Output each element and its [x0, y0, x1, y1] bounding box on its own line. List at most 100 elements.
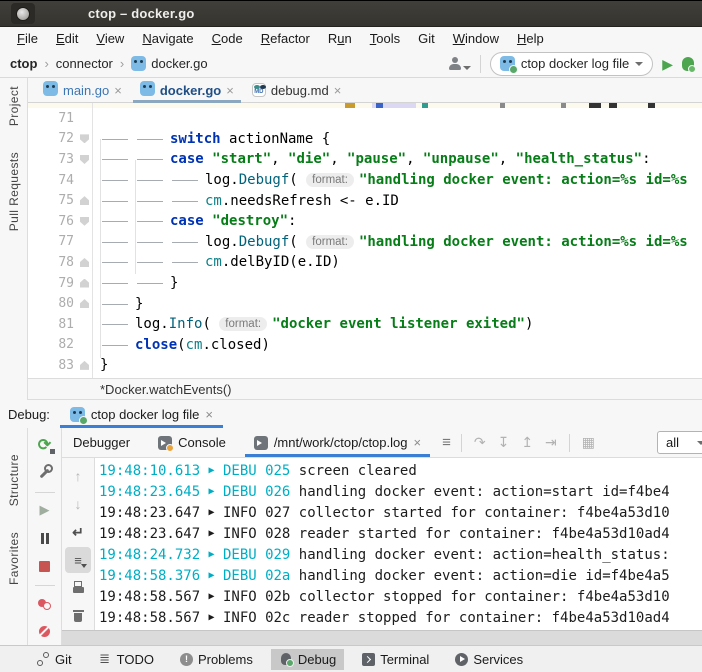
fold-marker-icon[interactable]: [77, 319, 92, 330]
tool-window-button[interactable]: Pull Requests: [7, 152, 21, 237]
fold-marker-icon[interactable]: [77, 257, 92, 268]
editor-breadcrumb-bar[interactable]: *Docker.watchEvents(): [28, 378, 702, 400]
menu-item[interactable]: View: [87, 31, 133, 46]
code-line[interactable]: 79 }: [28, 273, 702, 294]
code-editor[interactable]: 71 72 switch actionName { 73 case "start…: [28, 103, 702, 378]
code-line[interactable]: 71: [28, 108, 702, 129]
print-icon[interactable]: [65, 575, 91, 601]
fold-marker-icon[interactable]: [77, 113, 92, 124]
menu-item[interactable]: Edit: [47, 31, 87, 46]
fold-marker-icon[interactable]: [77, 216, 92, 227]
menu-item[interactable]: Run: [319, 31, 361, 46]
stop-icon[interactable]: [32, 553, 58, 579]
status-bar-item[interactable]: Git: [28, 649, 80, 670]
code-line[interactable]: 81 log.Info( format:"docker event listen…: [28, 314, 702, 335]
restore-layout-icon[interactable]: ↷: [474, 434, 486, 451]
view-breakpoints-icon[interactable]: [32, 590, 58, 616]
scroll-to-end-icon[interactable]: ≡: [65, 547, 91, 573]
mute-breakpoints-icon[interactable]: [32, 618, 58, 644]
tool-window-button[interactable]: Favorites: [7, 532, 21, 591]
breadcrumb-item[interactable]: ctop ›: [10, 56, 56, 71]
close-icon[interactable]: ×: [226, 83, 234, 98]
status-bar-item[interactable]: ≣ TODO: [90, 649, 162, 670]
fold-marker-icon[interactable]: [77, 298, 92, 309]
log-line[interactable]: 19:48:24.732 ▶ DEBU 029 handling docker …: [99, 544, 702, 565]
code-line[interactable]: 80 }: [28, 293, 702, 314]
code-line[interactable]: 78 cm.delByID(e.ID): [28, 252, 702, 273]
horizontal-scrollbar[interactable]: [62, 630, 702, 645]
menu-item[interactable]: Code: [203, 31, 252, 46]
code-line[interactable]: 73 case "start", "die", "pause", "unpaus…: [28, 149, 702, 170]
soft-wrap-icon[interactable]: ↵: [65, 519, 91, 545]
fold-marker-icon[interactable]: [77, 175, 92, 186]
log-line[interactable]: 19:48:23.647 ▶ INFO 028 reader started f…: [99, 523, 702, 544]
separator[interactable]: [32, 488, 58, 497]
menu-item[interactable]: Git: [409, 31, 444, 46]
log-console[interactable]: 19:48:10.613 ▶ DEBU 025 screen cleared 1…: [95, 458, 702, 630]
code-line[interactable]: 83 }: [28, 355, 702, 376]
close-icon[interactable]: ×: [334, 83, 342, 98]
rerun-icon[interactable]: ⟳: [32, 432, 58, 458]
debug-button[interactable]: [682, 57, 694, 71]
separator[interactable]: [32, 581, 58, 590]
breadcrumb-item[interactable]: docker.go ›: [131, 56, 207, 71]
fold-marker-icon[interactable]: [77, 360, 92, 371]
fold-marker-icon[interactable]: [77, 278, 92, 289]
pause-icon[interactable]: [32, 525, 58, 551]
menu-item[interactable]: Navigate: [133, 31, 202, 46]
log-line[interactable]: 19:48:58.567 ▶ INFO 02b collector stoppe…: [99, 586, 702, 607]
menu-item[interactable]: Window: [444, 31, 508, 46]
menu-item[interactable]: Help: [508, 31, 553, 46]
fold-marker-icon[interactable]: [77, 195, 92, 206]
log-level-filter[interactable]: all: [657, 431, 702, 454]
log-line[interactable]: 19:48:23.647 ▶ INFO 027 collector starte…: [99, 502, 702, 523]
fold-marker-icon[interactable]: [77, 236, 92, 247]
code-line[interactable]: 76 case "destroy":: [28, 211, 702, 232]
code-line[interactable]: 72 switch actionName {: [28, 129, 702, 150]
options-menu-icon[interactable]: ≡: [432, 434, 461, 451]
run-button[interactable]: ▶: [662, 57, 673, 71]
tool-window-button[interactable]: Structure: [7, 454, 21, 512]
fold-marker-icon[interactable]: [77, 154, 92, 165]
code-line[interactable]: 82 close(cm.closed): [28, 335, 702, 356]
status-bar-item[interactable]: ! Problems: [172, 649, 261, 670]
menu-item[interactable]: File: [8, 31, 47, 46]
title-bar[interactable]: ctop – docker.go: [0, 0, 702, 27]
menu-item[interactable]: Refactor: [252, 31, 319, 46]
jump-to-source-icon[interactable]: ⇥: [545, 434, 557, 451]
editor-tab[interactable]: main.go ×: [34, 78, 131, 102]
editor-tab[interactable]: docker.go ×: [131, 78, 243, 102]
scroll-down-icon[interactable]: ↧: [498, 434, 510, 451]
debug-view-tab[interactable]: /mnt/work/ctop/ctop.log ×: [243, 428, 432, 457]
debug-view-tab[interactable]: Debugger: [62, 428, 147, 457]
tool-window-button[interactable]: Project: [7, 86, 21, 132]
fold-marker-icon[interactable]: [77, 133, 92, 144]
code-line[interactable]: 77 log.Debugf( format:"handling docker e…: [28, 232, 702, 253]
status-bar-item[interactable]: Services: [447, 649, 531, 670]
log-line[interactable]: 19:48:23.645 ▶ DEBU 026 handling docker …: [99, 481, 702, 502]
log-line[interactable]: 19:48:58.567 ▶ INFO 02c reader stopped f…: [99, 607, 702, 628]
code-line[interactable]: 75 cm.needsRefresh <- e.ID: [28, 190, 702, 211]
editor-tab[interactable]: MD debug.md ×: [243, 78, 350, 102]
menu-item[interactable]: Tools: [361, 31, 409, 46]
log-line[interactable]: 19:48:10.613 ▶ DEBU 025 screen cleared: [99, 460, 702, 481]
run-config-selector[interactable]: ctop docker log file: [490, 52, 653, 76]
log-line[interactable]: 19:48:58.376 ▶ DEBU 02a handling docker …: [99, 565, 702, 586]
scroll-up-icon[interactable]: ↥: [521, 434, 533, 451]
debug-session-tab[interactable]: ctop docker log file ×: [60, 400, 223, 428]
fold-marker-icon[interactable]: [77, 339, 92, 350]
resume-icon[interactable]: ▶: [32, 497, 58, 523]
next-message-icon[interactable]: ↓: [65, 491, 91, 517]
grid-view-icon[interactable]: ▦: [570, 434, 607, 451]
clear-all-icon[interactable]: [65, 603, 91, 629]
status-bar-item[interactable]: Debug: [271, 649, 344, 670]
debug-view-tab[interactable]: Console: [147, 428, 243, 457]
status-bar-item[interactable]: Terminal: [354, 649, 437, 670]
breadcrumb-item[interactable]: connector ›: [56, 56, 131, 71]
close-icon[interactable]: ×: [114, 83, 122, 98]
settings-icon[interactable]: [32, 460, 58, 486]
prev-message-icon[interactable]: ↑: [65, 463, 91, 489]
user-icon[interactable]: [449, 57, 471, 70]
close-icon[interactable]: ×: [205, 407, 213, 422]
close-icon[interactable]: ×: [413, 435, 421, 450]
